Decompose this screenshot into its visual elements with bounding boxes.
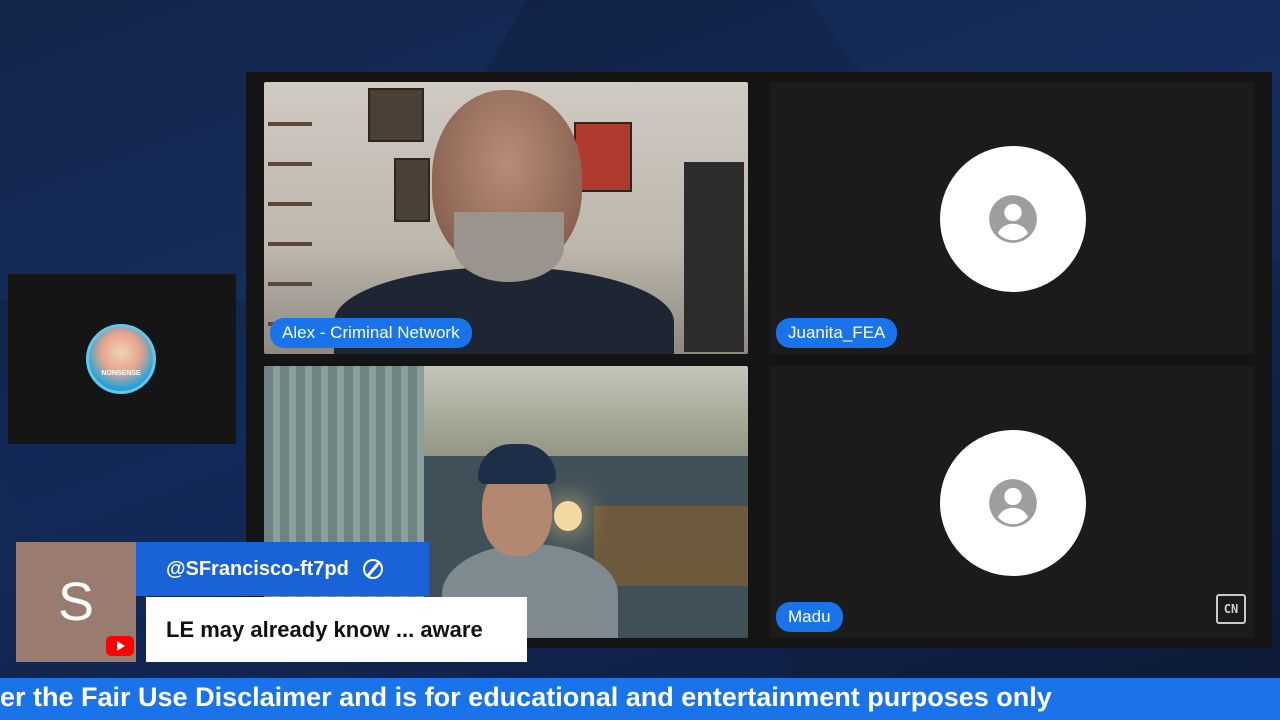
chat-username-bar: @SFrancisco-ft7pd xyxy=(136,542,429,596)
person-icon xyxy=(989,479,1037,527)
avatar xyxy=(940,146,1086,292)
youtube-icon xyxy=(106,636,134,656)
video-background xyxy=(268,122,312,342)
participant-tile-alex[interactable]: Alex - Criminal Network xyxy=(264,82,748,354)
participant-name-label: Juanita_FEA xyxy=(776,318,898,348)
chat-highlight: S @SFrancisco-ft7pd LE may already know … xyxy=(16,542,527,662)
chat-username: @SFrancisco-ft7pd xyxy=(166,557,349,580)
channel-avatar: NONSENSE xyxy=(86,324,156,394)
blocked-icon xyxy=(362,559,383,579)
person-icon xyxy=(989,195,1037,243)
video-background xyxy=(368,88,424,142)
chat-message: LE may already know ... aware xyxy=(146,597,527,662)
ticker-text: er the Fair Use Disclaimer and is for ed… xyxy=(0,682,1052,712)
video-background xyxy=(594,506,748,586)
avatar xyxy=(940,430,1086,576)
disclaimer-ticker: er the Fair Use Disclaimer and is for ed… xyxy=(0,678,1280,720)
channel-logo: CN xyxy=(1216,594,1246,624)
participant-name-label: Madu xyxy=(776,602,843,632)
video-background xyxy=(394,158,430,222)
participant-tile-juanita[interactable]: Juanita_FEA xyxy=(770,82,1254,354)
participant-video-beard xyxy=(454,212,564,282)
chat-avatar-letter: S xyxy=(57,572,95,632)
participant-name-label: Alex - Criminal Network xyxy=(270,318,472,348)
video-background xyxy=(554,501,582,531)
participant-tile-madu[interactable]: Madu CN xyxy=(770,366,1254,638)
video-background xyxy=(684,162,744,352)
video-background xyxy=(574,122,632,192)
participant-video-cap xyxy=(478,444,556,484)
channel-avatar-text: NONSENSE xyxy=(101,370,141,377)
host-avatar-panel: NONSENSE xyxy=(8,274,236,444)
